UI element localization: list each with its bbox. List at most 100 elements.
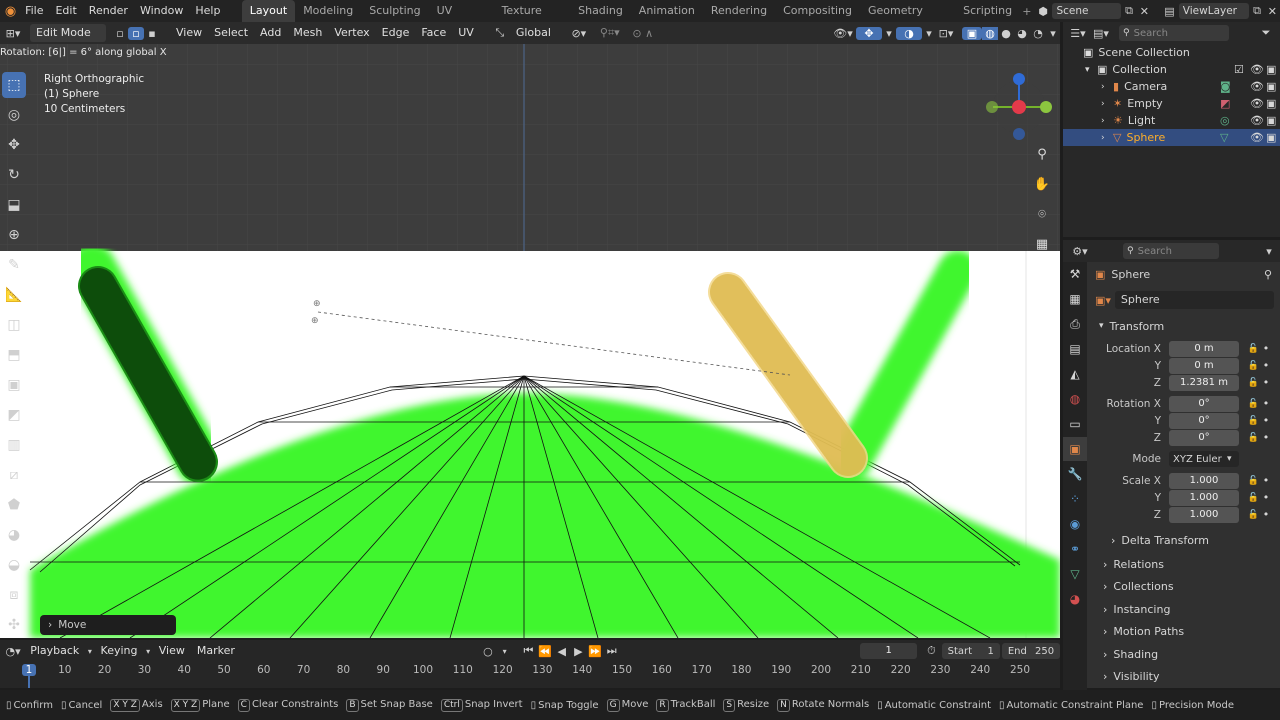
menu-keying[interactable]: Keying: [95, 642, 144, 660]
menu-vertex[interactable]: Vertex: [328, 24, 375, 42]
keyframe-dot-icon[interactable]: •: [1259, 342, 1273, 355]
location-z-field[interactable]: 1.2381 m: [1169, 374, 1239, 391]
keyframe-dot-icon[interactable]: •: [1259, 431, 1273, 444]
transform-panel-header[interactable]: ▾ Transform: [1087, 316, 1280, 336]
end-frame-field[interactable]: End 250: [1001, 643, 1061, 659]
rotation-x-field[interactable]: 0°: [1169, 395, 1239, 412]
copy-scene-icon[interactable]: ⧉: [1121, 4, 1136, 18]
jump-start-icon[interactable]: ⏮: [520, 644, 537, 658]
panel-motion-paths[interactable]: › Motion Paths: [1091, 621, 1276, 644]
panel-collections[interactable]: › Collections: [1091, 576, 1276, 599]
xray-icon[interactable]: ▣: [962, 26, 982, 40]
tab-scripting[interactable]: Scripting: [955, 0, 1020, 22]
copy-layer-icon[interactable]: ⧉: [1249, 4, 1264, 18]
close-layer-icon[interactable]: ✕: [1265, 5, 1280, 18]
editor-type-icon[interactable]: ⊞▾: [0, 27, 26, 40]
view-layer-selector[interactable]: ViewLayer: [1178, 3, 1250, 19]
outliner-item-empty[interactable]: › ✶ Empty ◩ 👁 ▣: [1063, 95, 1280, 112]
mode-selector[interactable]: Edit Mode: [30, 24, 106, 42]
annotate-icon[interactable]: ✎: [2, 252, 26, 278]
panel-shading[interactable]: › Shading: [1091, 643, 1276, 666]
outliner-item-light[interactable]: › ☀ Light ◎ 👁 ▣: [1063, 112, 1280, 129]
face-select-icon[interactable]: ▪: [144, 27, 160, 40]
spin-icon[interactable]: ◕: [2, 522, 26, 548]
menu-render[interactable]: Render: [83, 0, 134, 22]
modifier-tab-icon[interactable]: 🔧: [1063, 462, 1087, 486]
eye-icon[interactable]: 👁: [1250, 63, 1266, 76]
keyframe-dot-icon[interactable]: •: [1259, 359, 1273, 372]
blender-logo-icon[interactable]: ◉: [2, 4, 19, 19]
render-icon[interactable]: ▣: [1266, 63, 1280, 76]
rotate-icon[interactable]: ↻: [2, 162, 26, 188]
orientation-selector[interactable]: Global: [510, 24, 566, 42]
lock-icon[interactable]: 🔓: [1239, 476, 1259, 486]
bevel-icon[interactable]: ◩: [2, 402, 26, 428]
chevron-right-icon[interactable]: ›: [1101, 99, 1113, 109]
tab-compositing[interactable]: Compositing: [775, 0, 860, 22]
eye-icon[interactable]: 👁: [1250, 131, 1266, 144]
lock-icon[interactable]: 🔓: [1239, 416, 1259, 426]
view-layer-tab-icon[interactable]: ▤: [1063, 337, 1087, 361]
rendered-shading-icon[interactable]: ◔: [1030, 27, 1046, 40]
outliner-item-camera[interactable]: › ▮ Camera ◙ 👁 ▣: [1063, 78, 1280, 95]
menu-uv[interactable]: UV: [452, 24, 480, 42]
lock-icon[interactable]: 🔓: [1239, 399, 1259, 409]
tab-layout[interactable]: Layout: [241, 0, 296, 22]
edge-slide-icon[interactable]: ⧈: [2, 582, 26, 608]
keyframe-dot-icon[interactable]: •: [1259, 376, 1273, 389]
view-layer-icon[interactable]: ▤: [1160, 5, 1179, 18]
scene-collection-row[interactable]: ▣ Scene Collection: [1063, 44, 1280, 61]
autokey-icon[interactable]: ○: [477, 645, 499, 658]
eye-icon[interactable]: 👁: [1250, 114, 1266, 127]
menu-marker[interactable]: Marker: [191, 642, 241, 660]
overlay-icon[interactable]: ◑: [896, 26, 922, 40]
menu-add[interactable]: Add: [254, 24, 287, 42]
add-workspace-icon[interactable]: +: [1020, 5, 1034, 18]
keyframe-dot-icon[interactable]: •: [1259, 491, 1273, 504]
rotation-mode-dropdown[interactable]: XYZ Euler ▾: [1169, 451, 1239, 467]
filter-icon[interactable]: ⏷: [1256, 26, 1276, 40]
eye-icon[interactable]: 👁: [1250, 97, 1266, 110]
keyframe-dot-icon[interactable]: •: [1259, 508, 1273, 521]
stopwatch-icon[interactable]: ⏱: [921, 644, 941, 658]
outliner-editor-icon[interactable]: ☰▾: [1067, 27, 1089, 40]
menu-timeline-view[interactable]: View: [153, 642, 191, 660]
chevron-right-icon[interactable]: ›: [1101, 82, 1113, 92]
3d-viewport[interactable]: ⊕ ⊕ ⚲ ✋ ⌾ ▦ Right Orthographic (1) Spher…: [0, 44, 1060, 638]
pin-icon[interactable]: ⚲: [1264, 268, 1280, 281]
scene-tab-icon[interactable]: ◭: [1063, 362, 1087, 386]
transform-orientation-icon[interactable]: ⤡: [490, 26, 510, 40]
play-reverse-icon[interactable]: ◀: [553, 645, 570, 658]
loop-cut-icon[interactable]: ▥: [2, 432, 26, 458]
keyframe-dot-icon[interactable]: •: [1259, 474, 1273, 487]
shading-dropdown-icon[interactable]: ▾: [1046, 27, 1060, 40]
render-icon[interactable]: ▣: [1266, 114, 1280, 127]
proportional-edit-icon[interactable]: ⊙ ∧: [628, 27, 658, 40]
measure-icon[interactable]: 📐: [2, 282, 26, 308]
properties-editor-icon[interactable]: ⚙▾: [1067, 245, 1093, 258]
menu-face[interactable]: Face: [415, 24, 452, 42]
transform-icon[interactable]: ⊕: [2, 222, 26, 248]
delta-transform-header[interactable]: › Delta Transform: [1087, 529, 1280, 551]
camera-view-icon[interactable]: ⌾: [1030, 202, 1054, 226]
start-frame-field[interactable]: Start 1: [941, 643, 1000, 659]
menu-file[interactable]: File: [19, 0, 49, 22]
menu-mesh[interactable]: Mesh: [287, 24, 328, 42]
next-key-icon[interactable]: ⏩: [587, 645, 604, 658]
chevron-right-icon[interactable]: ›: [1101, 116, 1113, 126]
prev-key-icon[interactable]: ⏪: [537, 645, 554, 658]
menu-select[interactable]: Select: [208, 24, 254, 42]
checkbox-icon[interactable]: ☑: [1234, 63, 1250, 76]
knife-icon[interactable]: ⧄: [2, 462, 26, 488]
menu-view[interactable]: View: [170, 24, 208, 42]
close-scene-icon[interactable]: ✕: [1137, 5, 1152, 18]
mesh-overlay-icon[interactable]: ⊡▾: [936, 27, 956, 40]
object-selector-icon[interactable]: ▣▾: [1095, 294, 1111, 307]
timeline-editor-icon[interactable]: ◔▾: [2, 645, 24, 658]
tab-texture-paint[interactable]: Texture Paint: [494, 0, 571, 39]
menu-help[interactable]: Help: [189, 0, 226, 22]
pivot-icon[interactable]: ⊘▾: [566, 27, 592, 40]
scale-y-field[interactable]: 1.000: [1169, 489, 1239, 506]
gizmo-icon[interactable]: ✥: [856, 26, 882, 40]
scene-selector[interactable]: Scene: [1052, 3, 1122, 19]
